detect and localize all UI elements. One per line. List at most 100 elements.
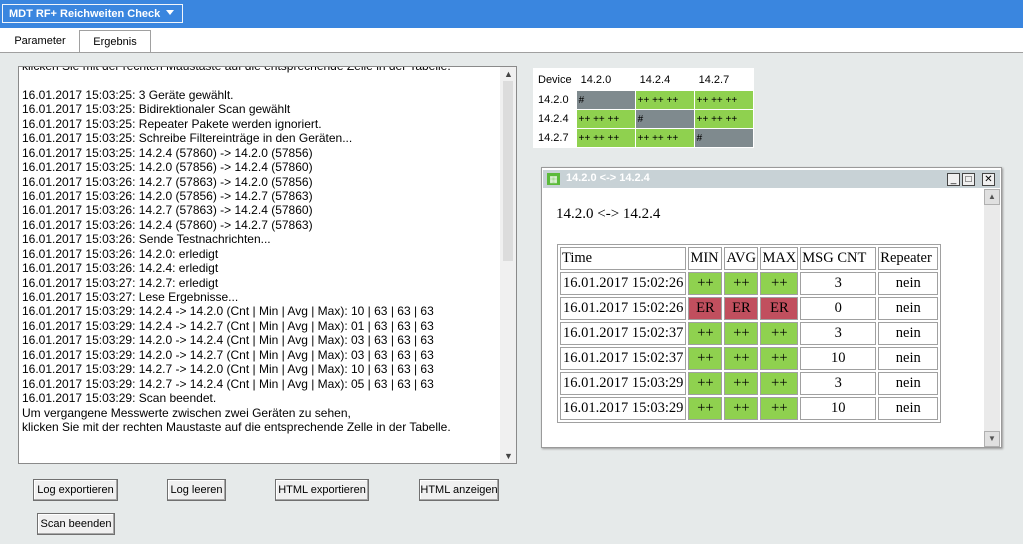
- matrix-header-device: Device: [534, 69, 576, 90]
- app-title: MDT RF+ Reichweiten Check: [9, 8, 161, 20]
- chevron-down-icon: [166, 10, 175, 15]
- scroll-up-icon[interactable]: ▲: [504, 69, 513, 79]
- history-cell-min: ER: [688, 297, 723, 320]
- log-lines: klicken Sie mit der rechten Maustaste au…: [22, 66, 451, 434]
- log-line: 16.01.2017 15:03:29: 14.2.7 -> 14.2.0 (C…: [22, 362, 434, 377]
- matrix-header-col: 14.2.4: [635, 69, 694, 90]
- history-window: ▦ 14.2.0 <-> 14.2.4 _ □ ✕ 14.2.0 <-> 14.…: [541, 167, 1002, 448]
- log-line: 16.01.2017 15:03:25: Schreibe Filtereint…: [22, 131, 353, 146]
- log-line: 16.01.2017 15:03:29: 14.2.0 -> 14.2.7 (C…: [22, 347, 434, 362]
- history-cell-avg: ++: [724, 372, 759, 395]
- clear-log-button[interactable]: Log leeren: [167, 479, 226, 501]
- history-cell-rep: nein: [878, 297, 939, 320]
- history-cell-time: 16.01.2017 15:02:37: [560, 347, 687, 370]
- window-title: 14.2.0 <-> 14.2.4: [566, 172, 650, 184]
- history-cell-cnt: 10: [800, 397, 877, 420]
- history-cell-rep: nein: [878, 322, 939, 345]
- maximize-icon[interactable]: □: [962, 173, 975, 186]
- matrix-row-label: 14.2.7: [534, 129, 576, 147]
- col-min: MIN: [688, 247, 723, 270]
- tab-ergebnis[interactable]: Ergebnis: [79, 30, 151, 52]
- matrix-cell[interactable]: ++ ++ ++: [694, 91, 753, 109]
- log-line: 16.01.2017 15:03:26: Sende Testnachricht…: [22, 232, 271, 247]
- matrix-cell[interactable]: ++ ++ ++: [576, 129, 635, 147]
- col-time: Time: [560, 247, 687, 270]
- matrix-cell[interactable]: #: [576, 91, 635, 109]
- history-row: 16.01.2017 15:02:37 ++ ++ ++ 3 nein: [560, 322, 939, 345]
- history-cell-min: ++: [688, 397, 723, 420]
- col-repeater: Repeater: [878, 247, 939, 270]
- history-cell-time: 16.01.2017 15:02:26: [560, 297, 687, 320]
- history-row: 16.01.2017 15:02:26 ER ER ER 0 nein: [560, 297, 939, 320]
- log-textbox[interactable]: klicken Sie mit der rechten Maustaste au…: [18, 66, 517, 464]
- log-line: 16.01.2017 15:03:26: 14.2.0 (57856) -> 1…: [22, 188, 313, 203]
- window-scrollbar[interactable]: ▲ ▼: [984, 189, 1000, 447]
- show-html-button[interactable]: HTML anzeigen: [419, 479, 499, 501]
- log-line: 16.01.2017 15:03:26: 14.2.0: erledigt: [22, 246, 219, 261]
- matrix-cell[interactable]: ++ ++ ++: [694, 110, 753, 128]
- history-cell-time: 16.01.2017 15:03:29: [560, 397, 687, 420]
- title-bar: MDT RF+ Reichweiten Check: [0, 0, 1023, 28]
- history-cell-rep: nein: [878, 347, 939, 370]
- stop-scan-button[interactable]: Scan beenden: [37, 513, 115, 535]
- log-line: 16.01.2017 15:03:26: 14.2.4: erledigt: [22, 261, 219, 276]
- window-titlebar[interactable]: ▦ 14.2.0 <-> 14.2.4 _ □ ✕: [543, 170, 1000, 188]
- log-line: 16.01.2017 15:03:25: Bidirektionaler Sca…: [22, 102, 291, 117]
- history-cell-cnt: 3: [800, 322, 877, 345]
- history-cell-min: ++: [688, 372, 723, 395]
- col-max: MAX: [760, 247, 799, 270]
- scroll-up-icon[interactable]: ▲: [984, 189, 1000, 205]
- log-line: 16.01.2017 15:03:27: 14.2.7: erledigt: [22, 275, 219, 290]
- history-row: 16.01.2017 15:03:29 ++ ++ ++ 10 nein: [560, 397, 939, 420]
- history-cell-max: ++: [760, 322, 799, 345]
- history-table: Time MIN AVG MAX MSG CNT Repeater 16.01.…: [557, 244, 942, 423]
- history-cell-cnt: 0: [800, 297, 877, 320]
- scroll-thumb[interactable]: [503, 81, 513, 261]
- log-scrollbar[interactable]: ▲ ▼: [500, 67, 516, 463]
- history-cell-max: ++: [760, 397, 799, 420]
- log-line: Um vergangene Messwerte zwischen zwei Ge…: [22, 405, 351, 420]
- col-msg-cnt: MSG CNT: [800, 247, 877, 270]
- matrix-cell[interactable]: ++ ++ ++: [576, 110, 635, 128]
- close-icon[interactable]: ✕: [982, 173, 995, 186]
- history-cell-time: 16.01.2017 15:03:29: [560, 372, 687, 395]
- log-line: klicken Sie mit der rechten Maustaste au…: [22, 66, 451, 73]
- history-cell-avg: ++: [724, 347, 759, 370]
- history-cell-max: ++: [760, 372, 799, 395]
- export-log-button[interactable]: Log exportieren: [33, 479, 118, 501]
- matrix-header-col: 14.2.0: [576, 69, 635, 90]
- tab-parameter[interactable]: Parameter: [2, 30, 78, 52]
- history-cell-min: ++: [688, 347, 723, 370]
- matrix-cell[interactable]: #: [635, 110, 694, 128]
- log-line: 16.01.2017 15:03:26: 14.2.7 (57863) -> 1…: [22, 203, 313, 218]
- matrix-cell[interactable]: ++ ++ ++: [635, 91, 694, 109]
- history-cell-min: ++: [688, 272, 723, 295]
- history-cell-avg: ++: [724, 322, 759, 345]
- history-cell-cnt: 3: [800, 372, 877, 395]
- history-cell-cnt: 3: [800, 272, 877, 295]
- history-cell-time: 16.01.2017 15:02:26: [560, 272, 687, 295]
- scroll-down-icon[interactable]: ▼: [504, 451, 513, 461]
- history-cell-avg: ++: [724, 397, 759, 420]
- matrix-cell[interactable]: ++ ++ ++: [635, 129, 694, 147]
- tab-bar: Parameter Ergebnis: [0, 28, 1023, 53]
- history-cell-rep: nein: [878, 272, 939, 295]
- minimize-icon[interactable]: _: [947, 173, 960, 186]
- log-line: 16.01.2017 15:03:29: Scan beendet.: [22, 391, 217, 406]
- log-line: 16.01.2017 15:03:26: 14.2.4 (57860) -> 1…: [22, 217, 313, 232]
- export-html-button[interactable]: HTML exportieren: [275, 479, 369, 501]
- history-cell-max: ++: [760, 347, 799, 370]
- history-cell-rep: nein: [878, 397, 939, 420]
- history-cell-avg: ++: [724, 272, 759, 295]
- col-avg: AVG: [724, 247, 759, 270]
- scroll-down-icon[interactable]: ▼: [984, 431, 1000, 447]
- matrix-row-label: 14.2.0: [534, 91, 576, 109]
- history-cell-max: ++: [760, 272, 799, 295]
- matrix-row: 14.2.7 ++ ++ ++ ++ ++ ++ #: [534, 129, 753, 147]
- matrix-cell[interactable]: #: [694, 129, 753, 147]
- app-menu-button[interactable]: MDT RF+ Reichweiten Check: [2, 4, 184, 23]
- window-content: 14.2.0 <-> 14.2.4 Time MIN AVG MAX MSG C…: [543, 189, 983, 447]
- device-matrix: Device 14.2.0 14.2.4 14.2.7 14.2.0 # ++ ++…: [533, 68, 754, 148]
- log-line: klicken Sie mit der rechten Maustaste au…: [22, 419, 451, 434]
- log-line: 16.01.2017 15:03:29: 14.2.4 -> 14.2.0 (C…: [22, 304, 434, 319]
